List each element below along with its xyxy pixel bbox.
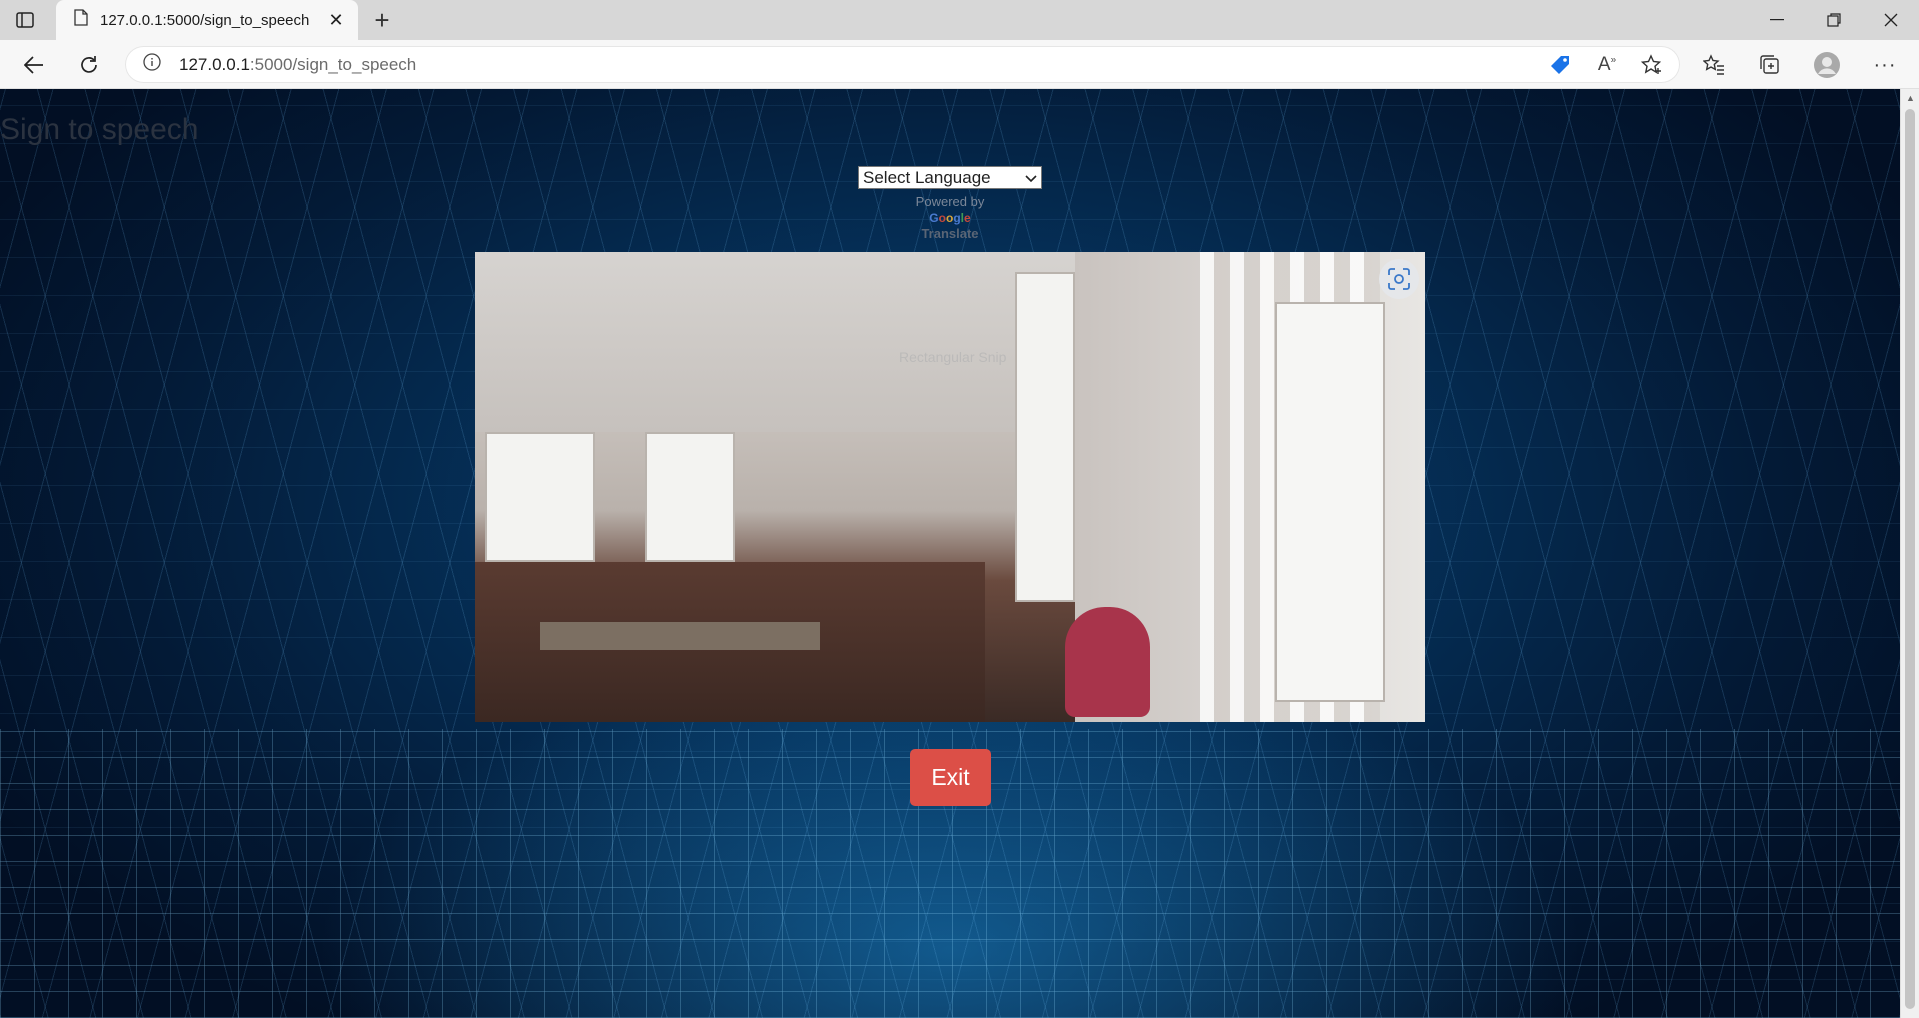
tab-actions-icon[interactable] bbox=[14, 9, 36, 31]
translate-link[interactable]: Translate bbox=[900, 226, 1000, 242]
visual-search-icon[interactable] bbox=[1379, 259, 1419, 299]
restore-button[interactable] bbox=[1806, 0, 1862, 40]
new-tab-button[interactable]: + bbox=[368, 5, 396, 35]
close-window-button[interactable] bbox=[1863, 0, 1919, 40]
language-select-value: Select Language bbox=[863, 167, 991, 187]
camera-scene-window bbox=[645, 432, 735, 562]
read-aloud-icon[interactable]: A» bbox=[1590, 48, 1624, 82]
refresh-icon[interactable] bbox=[72, 48, 106, 82]
minimize-button[interactable] bbox=[1749, 0, 1805, 40]
camera-scene-desk bbox=[540, 622, 820, 650]
exit-button[interactable]: Exit bbox=[910, 749, 991, 806]
scroll-up-arrow-icon[interactable]: ▲ bbox=[1901, 93, 1919, 107]
camera-scene-window bbox=[1015, 272, 1075, 602]
browser-toolbar: 127.0.0.1:5000/sign_to_speech A» ··· bbox=[0, 40, 1919, 89]
add-favorite-icon[interactable] bbox=[1635, 48, 1669, 82]
profile-avatar-icon[interactable] bbox=[1810, 48, 1844, 82]
camera-scene-chair bbox=[1065, 607, 1150, 717]
more-menu-icon[interactable]: ··· bbox=[1868, 48, 1902, 82]
page-file-icon bbox=[74, 9, 88, 31]
powered-by-label: Powered by bbox=[915, 194, 985, 209]
browser-tab-bar: 127.0.0.1:5000/sign_to_speech ✕ + bbox=[0, 0, 1919, 40]
page-scrollbar[interactable]: ▲ bbox=[1900, 89, 1919, 1018]
page-viewport: Sign to speech Select Language Powered b… bbox=[0, 89, 1900, 1018]
camera-scene-window bbox=[485, 432, 595, 562]
url-host: 127.0.0.1 bbox=[179, 54, 250, 74]
scrollbar-thumb[interactable] bbox=[1905, 109, 1915, 1009]
google-translate-attribution: Powered by Google Translate bbox=[900, 194, 1000, 242]
url-path: :5000/sign_to_speech bbox=[249, 54, 417, 74]
favorites-icon[interactable] bbox=[1697, 48, 1731, 82]
address-bar[interactable]: 127.0.0.1:5000/sign_to_speech bbox=[125, 46, 1680, 83]
chevron-down-icon bbox=[1025, 168, 1037, 188]
google-logo: Google bbox=[929, 211, 971, 225]
tab-title: 127.0.0.1:5000/sign_to_speech bbox=[100, 11, 310, 29]
collections-icon[interactable] bbox=[1753, 48, 1787, 82]
close-tab-icon[interactable]: ✕ bbox=[322, 6, 350, 34]
language-select[interactable]: Select Language bbox=[858, 166, 1042, 189]
camera-scene-window bbox=[1275, 302, 1385, 702]
camera-feed: Rectangular Snip bbox=[475, 252, 1425, 722]
shopping-tag-icon[interactable] bbox=[1543, 48, 1577, 82]
browser-tab-active[interactable]: 127.0.0.1:5000/sign_to_speech ✕ bbox=[56, 0, 358, 40]
site-info-icon[interactable] bbox=[143, 53, 161, 76]
url-text: 127.0.0.1:5000/sign_to_speech bbox=[179, 55, 416, 75]
back-icon[interactable] bbox=[17, 48, 51, 82]
snip-overlay-label: Rectangular Snip bbox=[899, 349, 1007, 365]
page-title: Sign to speech bbox=[0, 113, 199, 146]
